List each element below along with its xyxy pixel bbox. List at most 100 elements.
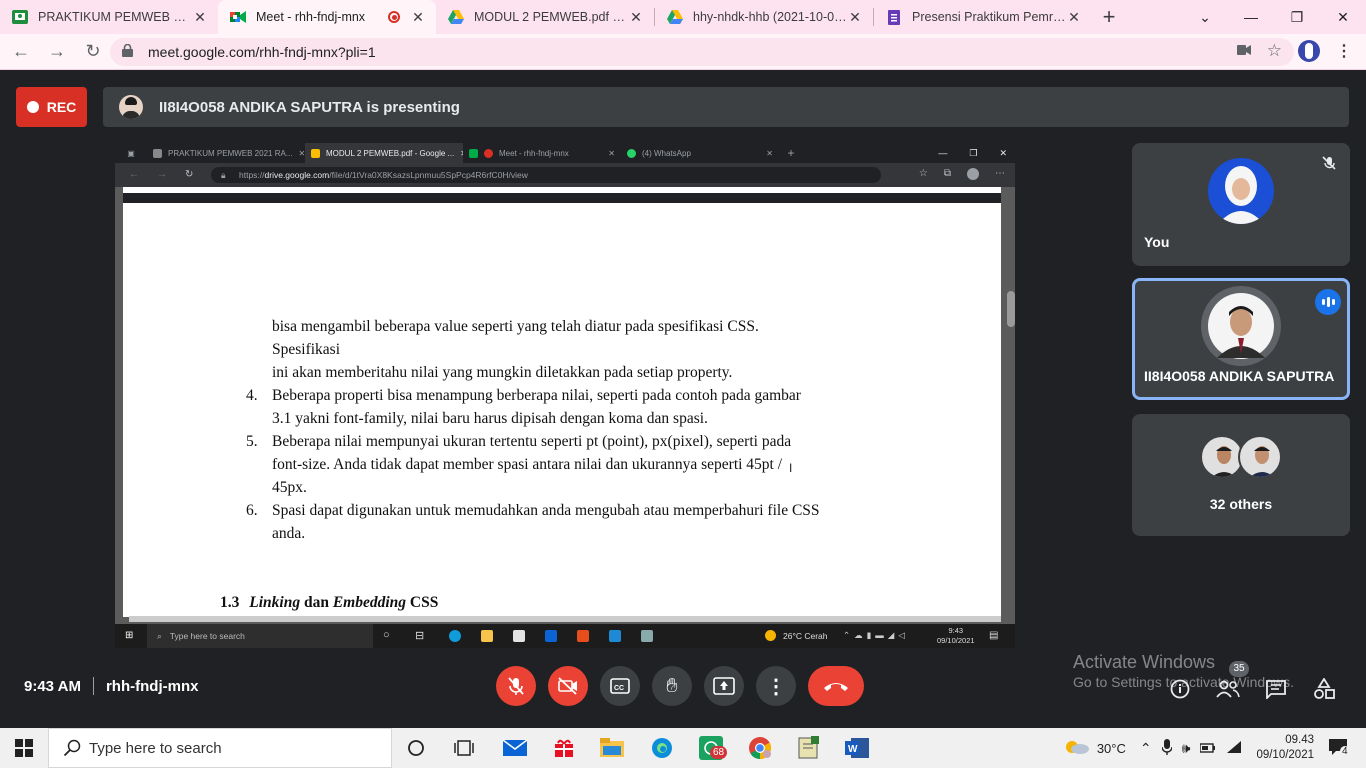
camera-toggle-button[interactable]: [548, 666, 588, 706]
forms-icon: [886, 9, 902, 25]
windows-start-button[interactable]: [0, 728, 48, 768]
shared-address-bar: ← → ↻ 🔒︎ https://drive.google.com/file/d…: [115, 163, 1015, 187]
new-tab-button[interactable]: +: [1092, 0, 1126, 34]
presenting-banner: II8I4O058 ANDIKA SAPUTRA is presenting: [103, 87, 1349, 127]
close-icon[interactable]: ✕: [192, 9, 208, 25]
tab-meet[interactable]: Meet - rhh-fndj-mnx ✕: [218, 0, 436, 34]
participants-count-badge: 35: [1229, 661, 1249, 677]
participant-name: You: [1144, 234, 1170, 250]
menu-kebab-icon[interactable]: ⋮: [1336, 41, 1352, 61]
activities-icon[interactable]: [1312, 677, 1336, 701]
search-placeholder: Type here to search: [89, 739, 222, 757]
gift-app-icon[interactable]: [552, 736, 576, 760]
bookmark-star-icon[interactable]: ☆: [1267, 41, 1282, 61]
notification-center-icon[interactable]: 4: [1328, 738, 1350, 759]
notification-badge: 68: [710, 746, 728, 759]
raise-hand-button[interactable]: ✋︎: [652, 666, 692, 706]
edge-icon[interactable]: [650, 736, 674, 760]
shared-browser-tabs: ▣ PRAKTIKUM PEMWEB 2021 RA... ✕ MODUL 2 P…: [115, 143, 1015, 163]
close-window-button[interactable]: ✕: [1320, 0, 1366, 34]
volume-icon[interactable]: 🕪︎: [1182, 740, 1191, 757]
word-icon[interactable]: W: [845, 736, 869, 760]
battery-icon[interactable]: [1199, 741, 1216, 756]
close-icon: ✕: [298, 148, 305, 158]
doc-line: Beberapa properti bisa menampung berbera…: [272, 387, 801, 404]
minimize-button[interactable]: —: [1228, 0, 1274, 34]
task-view-icon[interactable]: [452, 736, 476, 760]
forward-button[interactable]: →: [42, 37, 72, 67]
tab-actions-icon: ▣: [127, 148, 135, 158]
tile-you[interactable]: You: [1132, 143, 1350, 266]
cortana-icon: ○: [383, 629, 390, 641]
browser-toolbar: ← → ↻ meet.google.com/rhh-fndj-mnx?pli=1…: [0, 34, 1366, 70]
profile-avatar[interactable]: [1298, 40, 1320, 62]
recording-indicator[interactable]: REC: [16, 87, 87, 127]
shared-tab-label: PRAKTIKUM PEMWEB 2021 RA...: [168, 148, 293, 158]
presenter-avatar: [1201, 286, 1281, 366]
tab-modul-pdf[interactable]: MODUL 2 PEMWEB.pdf - Goo ✕: [436, 0, 654, 34]
whatsapp-icon[interactable]: 68: [699, 736, 728, 760]
close-icon[interactable]: ✕: [628, 9, 644, 25]
section-heading: 1.3 Linking dan Embedding CSS: [220, 591, 438, 614]
tab-search-chevron-icon[interactable]: ⌄: [1182, 0, 1228, 34]
people-icon[interactable]: [1216, 677, 1240, 701]
weather-icon[interactable]: [1065, 739, 1089, 758]
doc-line: 45px.: [272, 479, 307, 496]
cortana-icon[interactable]: [404, 736, 428, 760]
doc-line: 3.1 yakni font-family, nilai baru harus …: [272, 410, 708, 427]
tab-presensi[interactable]: Presensi Praktikum Pemrogra ✕: [874, 0, 1092, 34]
tab-praktikum[interactable]: PRAKTIKUM PEMWEB 2021 F ✕: [0, 0, 218, 34]
list-number: 6.: [246, 502, 258, 519]
mic-off-icon: [1320, 155, 1338, 173]
more-icon: ⋯: [995, 168, 1005, 179]
tile-presenter[interactable]: II8I4O058 ANDIKA SAPUTRA: [1132, 278, 1350, 400]
meeting-details: 9:43 AM rhh-fndj-mnx: [24, 677, 198, 695]
microphone-icon[interactable]: [1160, 738, 1173, 758]
text-cursor-icon: I: [789, 461, 793, 475]
shared-tab: PRAKTIKUM PEMWEB 2021 RA... ✕: [147, 143, 305, 163]
tray-icons: ⌃☁▮▬◢◁: [843, 630, 909, 640]
divider: [92, 677, 94, 695]
shared-hscrollbar: [129, 616, 1001, 622]
close-icon[interactable]: ✕: [1066, 9, 1082, 25]
list-number: 5.: [246, 433, 258, 450]
shared-tab: MODUL 2 PEMWEB.pdf - Google ...✕: [305, 143, 463, 163]
tile-others[interactable]: 32 others: [1132, 414, 1350, 536]
heading-linking: Linking: [249, 594, 301, 611]
taskbar-search-box[interactable]: Type here to search: [48, 728, 392, 768]
restore-icon: ❐: [969, 147, 978, 158]
app-icon: [641, 630, 653, 642]
notepad-app-icon[interactable]: [797, 736, 821, 760]
present-now-button[interactable]: [704, 666, 744, 706]
chat-icon[interactable]: [1264, 677, 1288, 701]
heading-css: CSS: [409, 594, 439, 611]
leave-call-button[interactable]: [808, 666, 864, 706]
show-hidden-icons-chevron-icon[interactable]: ⌃: [1140, 740, 1152, 757]
participant-name: 32 others: [1209, 496, 1273, 512]
wifi-icon[interactable]: [1226, 740, 1242, 757]
new-tab-icon: +: [787, 146, 795, 160]
notification-count: 4: [1340, 745, 1350, 757]
system-tray: 30°C ⌃ 🕪︎ 09.43 09/10/2021 4: [1065, 728, 1366, 768]
close-icon[interactable]: ✕: [847, 9, 863, 25]
restore-button[interactable]: ❐: [1274, 0, 1320, 34]
chrome-icon[interactable]: [748, 736, 772, 760]
page-divider: [123, 187, 1001, 203]
taskbar-clock[interactable]: 09.43 09/10/2021: [1256, 733, 1314, 763]
captions-button[interactable]: CC: [600, 666, 640, 706]
camera-icon[interactable]: [1236, 42, 1251, 60]
tab-drive-recording[interactable]: hhy-nhdk-hhb (2021-10-07 a ✕: [655, 0, 873, 34]
mail-icon[interactable]: [503, 736, 527, 760]
present-screen-icon: [713, 677, 735, 695]
more-options-button[interactable]: ⋮: [756, 666, 796, 706]
address-bar[interactable]: meet.google.com/rhh-fndj-mnx?pli=1: [110, 38, 1294, 66]
shared-scrollbar: [1007, 291, 1015, 327]
back-button[interactable]: ←: [6, 37, 36, 67]
close-icon[interactable]: ✕: [410, 9, 426, 25]
file-explorer-icon[interactable]: [600, 736, 624, 760]
mic-toggle-button[interactable]: [496, 666, 536, 706]
info-icon[interactable]: [1168, 677, 1192, 701]
doc-line: anda.: [272, 525, 306, 542]
tab-label: hhy-nhdk-hhb (2021-10-07 a: [693, 10, 847, 24]
reload-button[interactable]: ↻: [78, 37, 108, 67]
